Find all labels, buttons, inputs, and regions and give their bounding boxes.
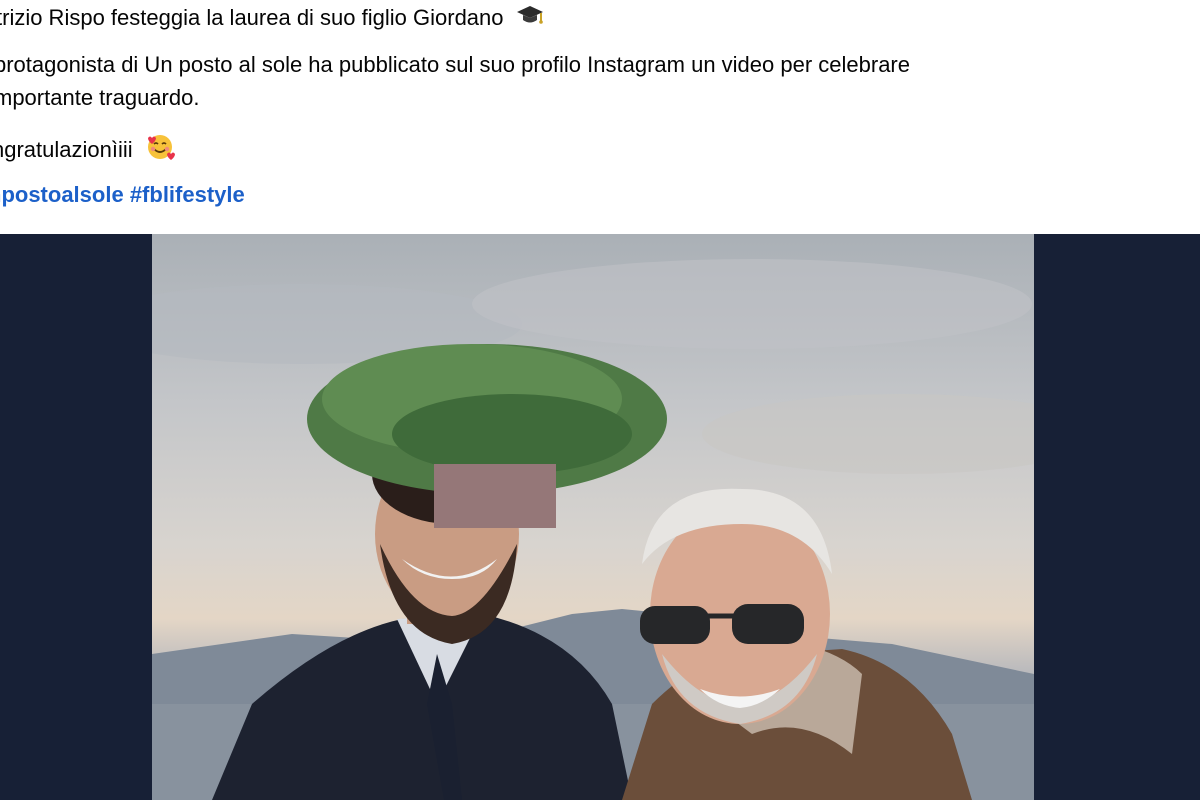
post-hashtags-line: npostoalsole #fblifestyle	[0, 180, 245, 210]
post-congrats-text: ngratulazionìiii	[0, 136, 133, 162]
post-title-text: trizio Rispo festeggia la laurea di suo …	[0, 5, 504, 30]
hashtag-fblifestyle[interactable]: #fblifestyle	[130, 182, 245, 207]
post-congrats-line: ngratulazionìiii	[0, 132, 175, 170]
graduation-cap-icon	[516, 4, 544, 34]
smiling-face-with-hearts-icon	[145, 132, 175, 170]
post-photo[interactable]	[152, 234, 1034, 800]
photo-illustration	[152, 259, 1034, 800]
post-media[interactable]	[0, 234, 1200, 800]
post-body-line-1: protagonista di Un posto al sole ha pubb…	[0, 52, 910, 77]
post-title-line: trizio Rispo festeggia la laurea di suo …	[0, 3, 544, 34]
post-body-line-2: mportante traguardo.	[0, 85, 200, 110]
hashtag-npostoalsole[interactable]: npostoalsole	[0, 182, 124, 207]
facebook-post: trizio Rispo festeggia la laurea di suo …	[0, 0, 1200, 800]
